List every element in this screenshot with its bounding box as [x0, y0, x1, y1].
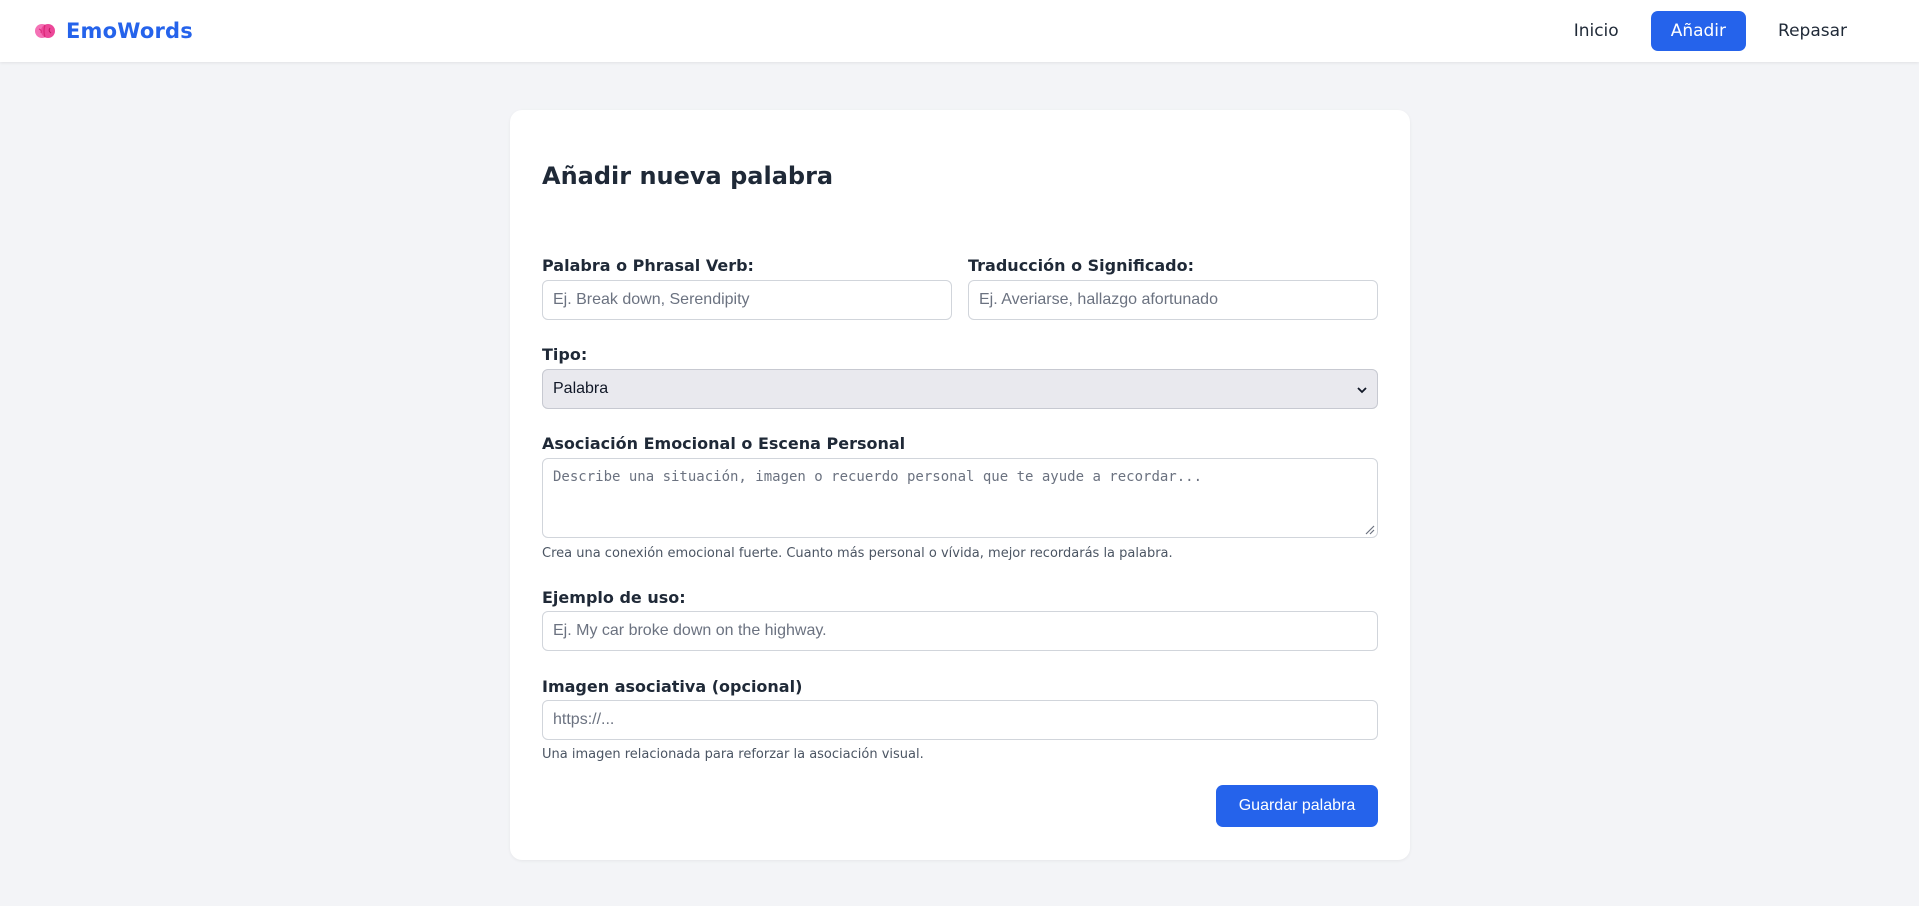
- image-url-input[interactable]: [553, 711, 1367, 729]
- page-title: Añadir nueva palabra: [542, 162, 834, 190]
- example-input[interactable]: [553, 622, 1367, 640]
- nav-link-repasar[interactable]: Repasar: [1754, 11, 1871, 51]
- translation-field-wrapper: [968, 280, 1378, 320]
- type-select-value: Palabra: [553, 380, 609, 397]
- word-label: Palabra o Phrasal Verb:: [542, 256, 754, 275]
- emotion-help-text: Crea una conexión emocional fuerte. Cuan…: [542, 546, 1173, 561]
- nav-link-inicio[interactable]: Inicio: [1550, 11, 1643, 51]
- image-field-wrapper: [542, 700, 1378, 740]
- brand[interactable]: EmoWords: [34, 19, 193, 43]
- translation-input[interactable]: [979, 291, 1367, 309]
- save-word-button[interactable]: Guardar palabra: [1216, 785, 1378, 827]
- resize-handle-icon[interactable]: [1363, 523, 1375, 535]
- example-label: Ejemplo de uso:: [542, 588, 686, 607]
- main-nav: Inicio Añadir Repasar: [1550, 11, 1871, 51]
- brand-name: EmoWords: [66, 19, 193, 43]
- brain-icon: [34, 22, 56, 40]
- chevron-down-icon: [1357, 381, 1367, 397]
- add-word-card: Añadir nueva palabra Palabra o Phrasal V…: [510, 110, 1410, 860]
- type-label: Tipo:: [542, 345, 588, 364]
- emotion-label: Asociación Emocional o Escena Personal: [542, 434, 906, 453]
- translation-label: Traducción o Significado:: [968, 256, 1194, 275]
- emotion-placeholder: Describe una situación, imagen o recuerd…: [553, 469, 1203, 485]
- image-help-text: Una imagen relacionada para reforzar la …: [542, 747, 924, 762]
- word-input[interactable]: [553, 291, 941, 309]
- emotion-textarea[interactable]: Describe una situación, imagen o recuerd…: [542, 458, 1378, 538]
- word-field-wrapper: [542, 280, 952, 320]
- type-select[interactable]: Palabra: [542, 369, 1378, 409]
- example-field-wrapper: [542, 611, 1378, 651]
- image-label: Imagen asociativa (opcional): [542, 677, 803, 696]
- top-navbar: EmoWords Inicio Añadir Repasar: [0, 0, 1919, 62]
- nav-link-anadir[interactable]: Añadir: [1650, 11, 1747, 51]
